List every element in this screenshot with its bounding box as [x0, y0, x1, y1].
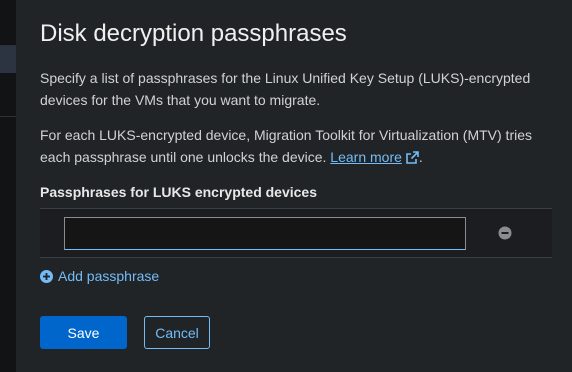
- background-page: [0, 0, 16, 372]
- background-selected-item: [0, 46, 16, 73]
- modal-description-luks: For each LUKS-encrypted device, Migratio…: [40, 124, 540, 168]
- modal-description: Specify a list of passphrases for the Li…: [40, 70, 531, 108]
- add-passphrase-button[interactable]: Add passphrase: [40, 266, 159, 286]
- passphrase-row: [40, 208, 552, 258]
- learn-more-link[interactable]: Learn more: [330, 149, 419, 165]
- remove-passphrase-button[interactable]: [498, 226, 512, 240]
- passphrases-field-label: Passphrases for LUKS encrypted devices: [40, 184, 318, 200]
- description-period: .: [418, 149, 423, 165]
- disk-decryption-modal: Disk decryption passphrases Specify a li…: [16, 0, 572, 372]
- modal-title: Disk decryption passphrases: [40, 20, 347, 47]
- cancel-button[interactable]: Cancel: [144, 316, 210, 349]
- learn-more-label: Learn more: [330, 149, 402, 165]
- external-link-icon: [406, 151, 419, 164]
- add-passphrase-label: Add passphrase: [58, 268, 160, 284]
- passphrase-input[interactable]: [64, 217, 466, 250]
- plus-circle-icon: [40, 269, 53, 283]
- description-text: For each LUKS-encrypted device, Migratio…: [40, 127, 533, 165]
- save-button[interactable]: Save: [40, 316, 127, 349]
- background-divider: [0, 116, 16, 117]
